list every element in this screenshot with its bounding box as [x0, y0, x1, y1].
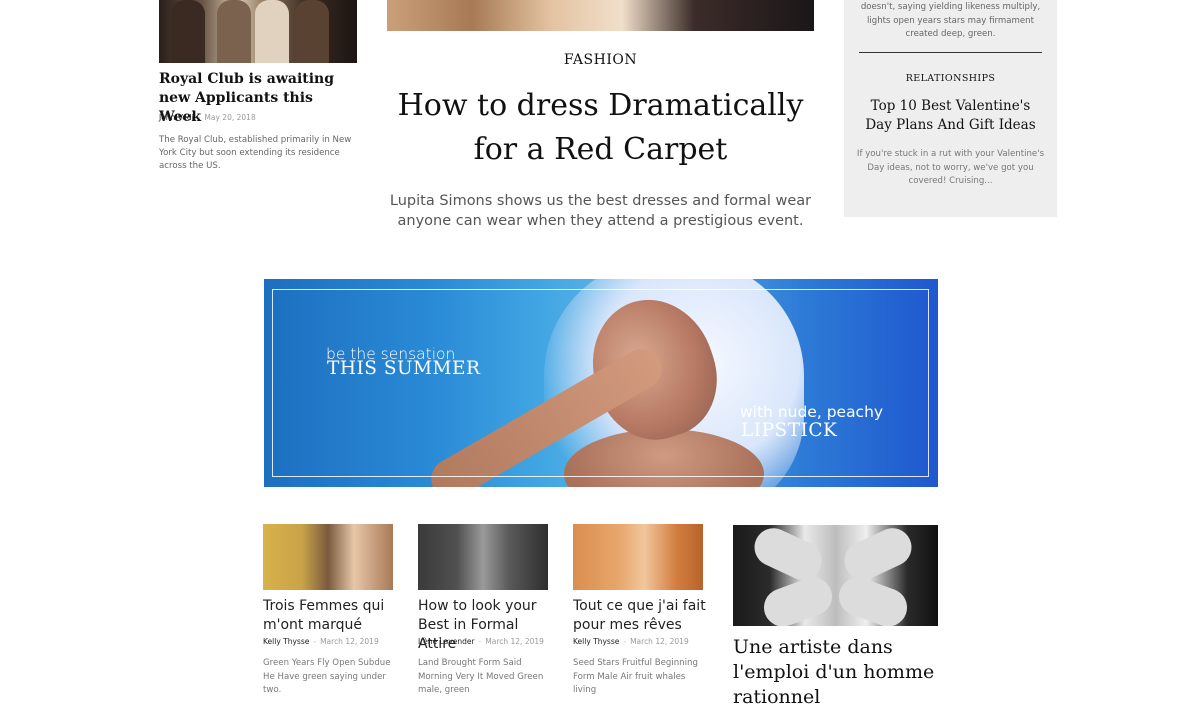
featured-title[interactable]: How to dress Dramatically for a Red Carp… [387, 84, 814, 172]
sidebar-article-title[interactable]: Top 10 Best Valentine's Day Plans And Gi… [858, 97, 1043, 135]
card-1-excerpt: Green Years Fly Open Subdue He Have gree… [263, 658, 391, 695]
featured-category-link[interactable]: FASHION [387, 52, 814, 68]
sidebar-top-excerpt: doesn't, saying yielding likeness multip… [860, 2, 1041, 39]
hand-shape [838, 525, 918, 587]
sidebar-excerpt: If you're stuck in a rut with your Valen… [856, 149, 1045, 186]
card-2-image[interactable] [418, 524, 548, 590]
card-2-meta: Irène Lavender - March 12, 2019 [418, 637, 544, 646]
card-3-excerpt: Seed Stars Fruitful Beginning Form Male … [573, 658, 698, 695]
post-date: March 12, 2019 [320, 637, 379, 646]
author-link[interactable]: John Vedi [159, 113, 194, 122]
card-1-title[interactable]: Trois Femmes qui m'ont marqué [263, 597, 398, 635]
royal-club-meta: John Vedi - May 20, 2018 [159, 113, 256, 122]
banner-tagline-2: with nude, peachy [740, 403, 884, 421]
post-date: March 12, 2019 [485, 637, 544, 646]
sidebar-category-link[interactable]: RELATIONSHIPS [844, 73, 1057, 84]
banner-headline-2: LIPSTICK [741, 420, 838, 441]
sidebar-divider [859, 52, 1042, 53]
featured-subtitle: Lupita Simons shows us the best dresses … [389, 193, 812, 229]
author-link[interactable]: Kelly Thysse [263, 637, 309, 646]
author-link[interactable]: Irène Lavender [418, 637, 475, 646]
post-date: May 20, 2018 [204, 113, 256, 122]
card-2-excerpt: Land Brought Form Said Morning Very It M… [418, 658, 544, 695]
card-3-meta: Kelly Thysse - March 12, 2019 [573, 637, 689, 646]
card-1-meta: Kelly Thysse - March 12, 2019 [263, 637, 379, 646]
hand-shape [758, 572, 838, 626]
post-date: March 12, 2019 [630, 637, 689, 646]
big-card-title[interactable]: Une artiste dans l'emploi d'un homme rat… [733, 635, 948, 710]
hand-shape [833, 572, 913, 626]
royal-club-image[interactable] [159, 0, 357, 63]
big-card-image[interactable] [733, 525, 938, 626]
banner-headline-1: THIS SUMMER [327, 358, 481, 379]
lipstick-ad-banner[interactable]: be the sensation THIS SUMMER with nude, … [264, 279, 938, 487]
royal-club-excerpt: The Royal Club, established primarily in… [159, 135, 352, 171]
author-link[interactable]: Kelly Thysse [573, 637, 619, 646]
card-1-image[interactable] [263, 524, 393, 590]
card-3-image[interactable] [573, 524, 703, 590]
featured-image[interactable] [387, 0, 814, 31]
banner-frame [272, 289, 929, 477]
card-3-title[interactable]: Tout ce que j'ai fait pour mes rêves [573, 597, 708, 635]
